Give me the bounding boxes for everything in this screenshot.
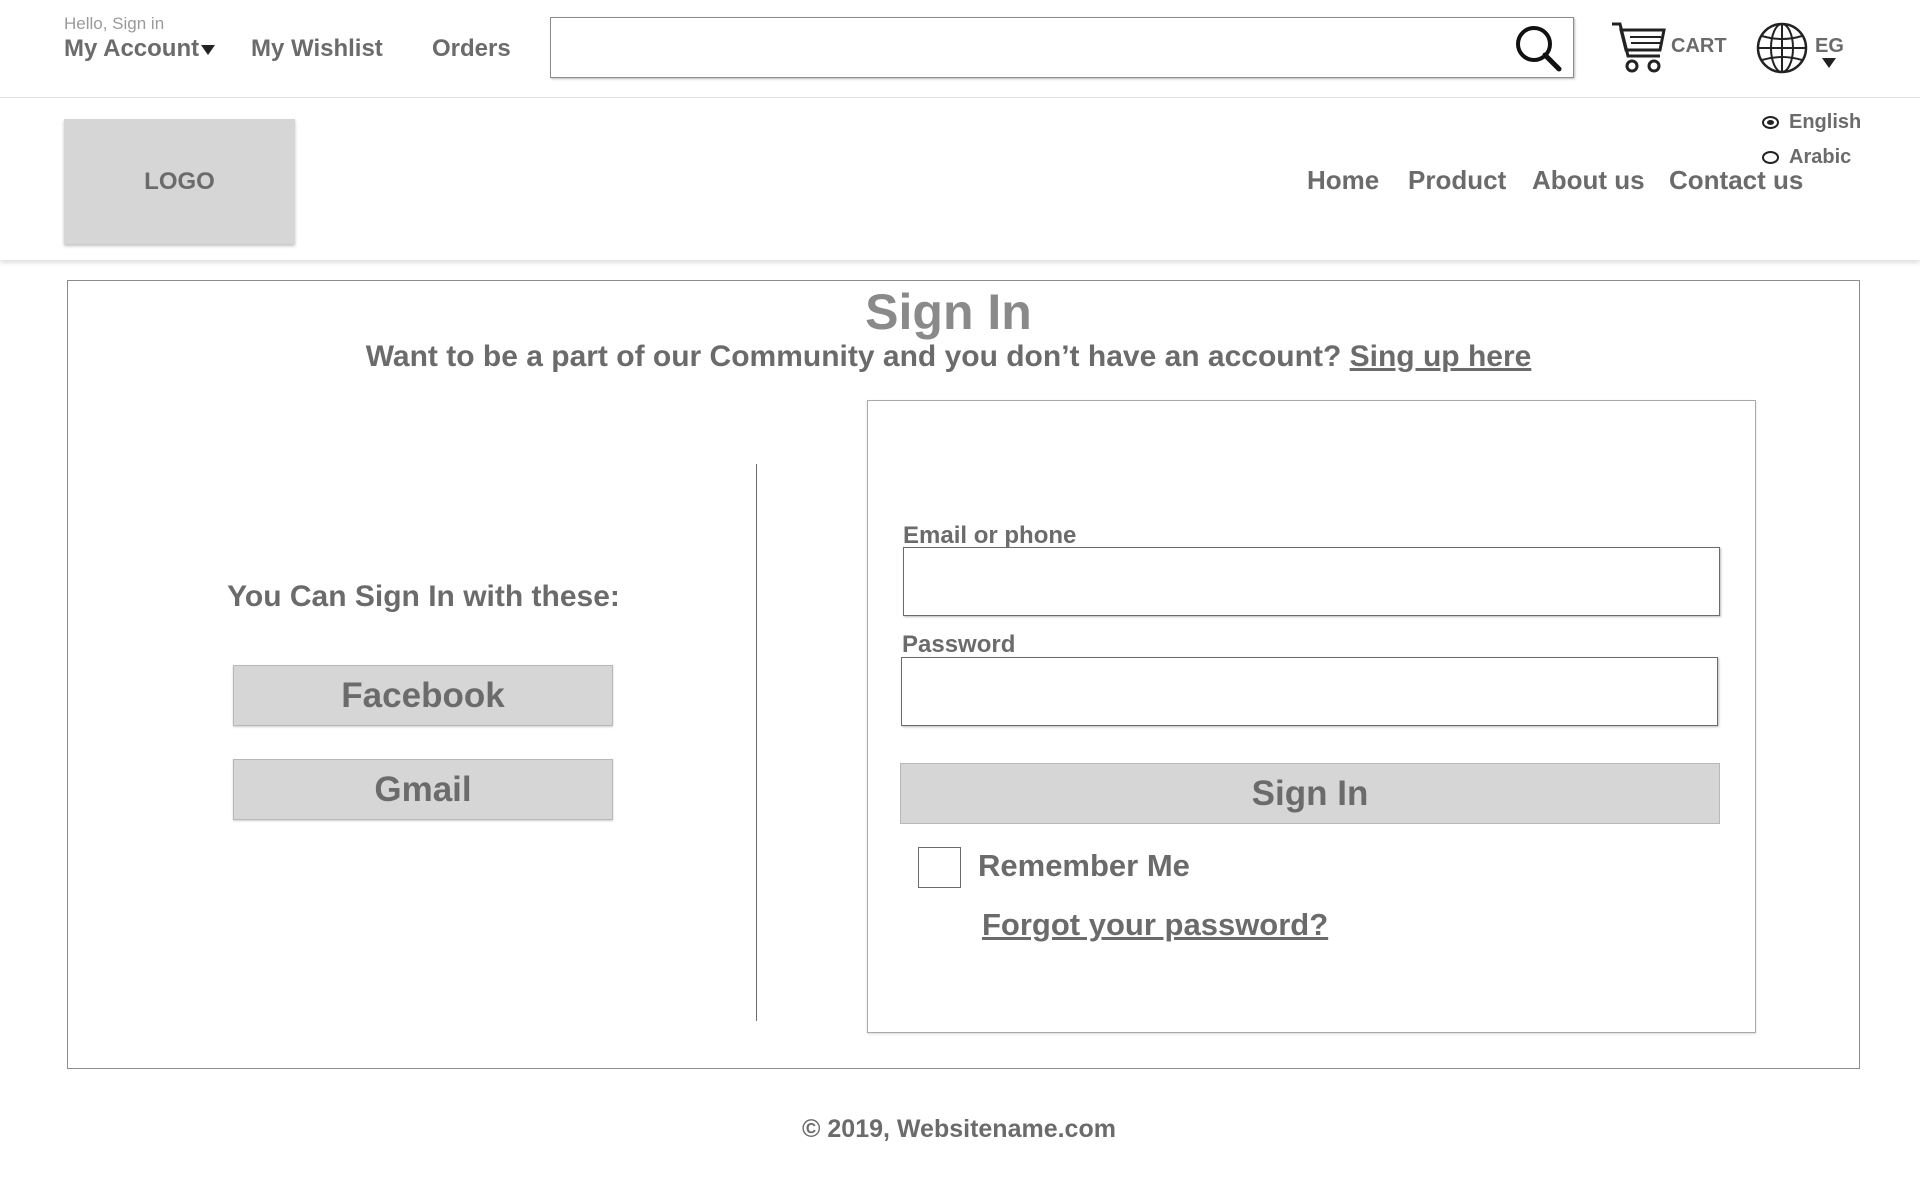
logo[interactable]: LOGO bbox=[64, 119, 295, 244]
language-label: English bbox=[1789, 111, 1862, 133]
globe-icon[interactable] bbox=[1756, 22, 1808, 74]
my-account-label: My Account bbox=[64, 35, 200, 62]
cart-icon[interactable] bbox=[1610, 20, 1668, 74]
facebook-button[interactable]: Facebook bbox=[233, 665, 613, 726]
signup-prompt-text: Want to be a part of our Community and y… bbox=[365, 340, 1342, 373]
signup-link[interactable]: Sing up here bbox=[1350, 340, 1532, 373]
remember-me-checkbox[interactable] bbox=[918, 847, 961, 888]
page-title: Sign In bbox=[865, 284, 1032, 340]
my-wishlist-link[interactable]: My Wishlist bbox=[251, 35, 383, 63]
language-option-english[interactable]: English bbox=[1762, 111, 1861, 134]
nav-product[interactable]: Product bbox=[1408, 165, 1506, 196]
region-label[interactable]: EG bbox=[1815, 35, 1844, 58]
nav-home[interactable]: Home bbox=[1307, 165, 1379, 196]
nav-about-us[interactable]: About us bbox=[1532, 165, 1645, 196]
email-field-box bbox=[903, 547, 1720, 616]
social-signin-label: You Can Sign In with these: bbox=[227, 580, 620, 613]
remember-me-label[interactable]: Remember Me bbox=[978, 848, 1190, 884]
signin-button[interactable]: Sign In bbox=[900, 763, 1720, 824]
radio-unselected-icon[interactable] bbox=[1762, 151, 1779, 164]
email-field[interactable] bbox=[914, 548, 1708, 614]
password-field-box bbox=[901, 657, 1718, 726]
search-input[interactable] bbox=[561, 18, 1515, 76]
signup-prompt: Want to be a part of our Community and y… bbox=[0, 340, 1897, 374]
cart-label[interactable]: CART bbox=[1671, 35, 1727, 58]
orders-link[interactable]: Orders bbox=[432, 35, 511, 63]
search-bar bbox=[550, 17, 1574, 78]
chevron-down-icon bbox=[201, 44, 216, 55]
gmail-button[interactable]: Gmail bbox=[233, 759, 613, 820]
column-divider bbox=[756, 464, 757, 1021]
password-label: Password bbox=[902, 631, 1016, 658]
search-icon[interactable] bbox=[1513, 23, 1563, 73]
my-account-menu[interactable]: My Account bbox=[64, 35, 216, 63]
chevron-down-icon[interactable] bbox=[1822, 58, 1836, 68]
password-field[interactable] bbox=[912, 658, 1706, 724]
footer-copyright: © 2019, Websitename.com bbox=[802, 1115, 1116, 1143]
greeting-text: Hello, Sign in bbox=[64, 14, 165, 33]
radio-selected-icon[interactable] bbox=[1762, 116, 1779, 129]
nav-contact-us[interactable]: Contact us bbox=[1669, 165, 1803, 196]
forgot-password-link[interactable]: Forgot your password? bbox=[982, 907, 1328, 943]
email-label: Email or phone bbox=[903, 522, 1077, 549]
